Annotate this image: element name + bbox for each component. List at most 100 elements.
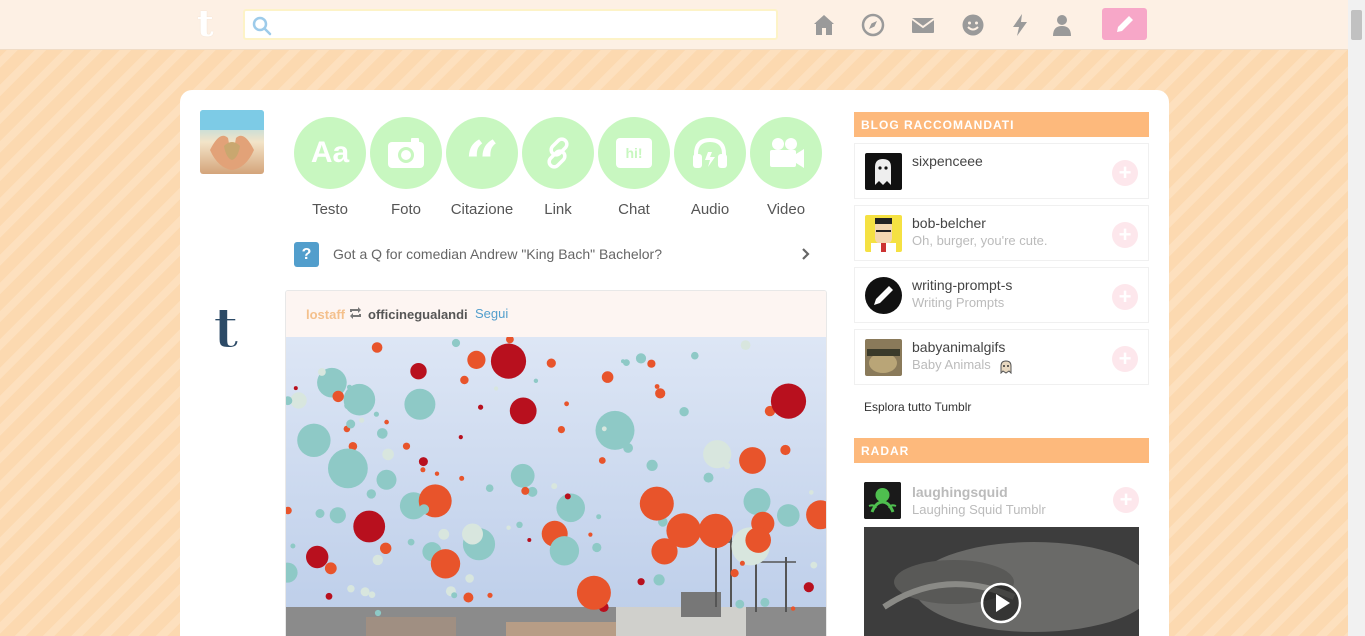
poster-avatar[interactable]: t bbox=[210, 294, 258, 362]
messages-icon[interactable] bbox=[911, 13, 935, 37]
blog-name[interactable]: laughingsquid bbox=[912, 484, 1008, 500]
svg-text:t: t bbox=[213, 297, 239, 353]
follow-plus-icon[interactable]: + bbox=[1112, 346, 1138, 372]
photo-sphere bbox=[371, 342, 383, 353]
blog-avatar[interactable] bbox=[865, 215, 902, 252]
post-type-audio[interactable]: Audio bbox=[674, 117, 746, 218]
photo-sphere bbox=[297, 423, 331, 457]
photo-sphere bbox=[740, 340, 751, 350]
blog-subtitle: Laughing Squid Tumblr bbox=[912, 502, 1046, 517]
photo-sphere bbox=[384, 419, 389, 425]
explore-icon[interactable] bbox=[861, 13, 885, 37]
follow-plus-icon[interactable]: + bbox=[1112, 222, 1138, 248]
post-type-link[interactable]: Link bbox=[522, 117, 594, 218]
explore-link[interactable]: Esplora tutto Tumblr bbox=[864, 400, 971, 414]
account-icon[interactable] bbox=[1050, 13, 1074, 37]
blog-avatar[interactable] bbox=[864, 482, 901, 519]
post-type-label: Video bbox=[766, 201, 806, 218]
photo-sphere bbox=[460, 375, 469, 385]
photo-sphere bbox=[306, 545, 329, 569]
photo-sphere bbox=[434, 471, 440, 476]
post-header: lostaff officinegualandi Segui bbox=[286, 291, 826, 337]
photo-sphere bbox=[410, 363, 427, 380]
photo-sphere bbox=[803, 582, 814, 593]
post-photo[interactable] bbox=[286, 337, 826, 636]
follow-plus-icon[interactable]: + bbox=[1113, 487, 1139, 513]
radar-header: Radar bbox=[854, 438, 1149, 463]
pencil-icon bbox=[1117, 16, 1133, 32]
camcorder-icon bbox=[750, 117, 822, 189]
reblog-source[interactable]: officinegualandi bbox=[368, 307, 468, 322]
blog-name[interactable]: bob-belcher bbox=[912, 215, 986, 231]
blog-name[interactable]: writing-prompt-s bbox=[912, 277, 1012, 293]
photo-sphere bbox=[533, 378, 539, 383]
photo-sphere bbox=[635, 353, 647, 364]
photo-sphere bbox=[463, 592, 474, 603]
blog-avatar[interactable] bbox=[865, 277, 902, 314]
photo-sphere bbox=[420, 467, 426, 473]
photo-sphere bbox=[325, 592, 333, 600]
radar-video[interactable] bbox=[864, 527, 1139, 636]
post-author[interactable]: lostaff bbox=[306, 307, 345, 322]
photo-sphere bbox=[739, 447, 766, 474]
photo-sphere bbox=[494, 386, 499, 391]
recommended-blog[interactable]: writing-prompt-s Writing Prompts + bbox=[854, 267, 1149, 323]
photo-sphere bbox=[418, 504, 430, 515]
photo-sphere bbox=[430, 549, 461, 579]
blog-name[interactable]: babyanimalgifs bbox=[912, 339, 1005, 355]
photo-sphere bbox=[760, 597, 770, 607]
photo-sphere bbox=[290, 392, 307, 409]
photo-sphere bbox=[601, 371, 614, 383]
photo-sphere bbox=[770, 383, 807, 419]
photo-sphere bbox=[639, 486, 674, 521]
search-bar[interactable] bbox=[243, 9, 778, 40]
post-type-chat[interactable]: hi! Chat bbox=[598, 117, 670, 218]
photo-sphere bbox=[462, 523, 483, 545]
post-type-text[interactable]: Aa Testo bbox=[294, 117, 366, 218]
blog-subtitle: Oh, burger, you're cute. bbox=[912, 233, 1048, 248]
photo-sphere bbox=[679, 407, 689, 417]
recommended-blog[interactable]: babyanimalgifs Baby Animals + bbox=[854, 329, 1149, 385]
post-type-label: Chat bbox=[618, 201, 650, 218]
photo-sphere bbox=[691, 351, 699, 360]
photo-sphere bbox=[467, 350, 486, 369]
headphones-icon bbox=[674, 117, 746, 189]
photo-sphere bbox=[380, 542, 392, 554]
blog-name[interactable]: sixpenceee bbox=[912, 153, 983, 169]
photo-sphere bbox=[647, 359, 656, 368]
photo-sphere bbox=[735, 599, 745, 609]
scrollbar-thumb[interactable] bbox=[1351, 10, 1362, 40]
scrollbar[interactable] bbox=[1348, 0, 1365, 636]
photo-sphere bbox=[377, 428, 388, 439]
photo-sphere bbox=[376, 469, 397, 490]
tumblr-logo[interactable]: t bbox=[197, 4, 225, 44]
lightning-icon[interactable] bbox=[1008, 13, 1032, 37]
blog-avatar[interactable] bbox=[865, 339, 902, 376]
activity-icon[interactable] bbox=[961, 13, 985, 37]
photo-sphere bbox=[739, 560, 745, 566]
qa-banner-text[interactable]: Got a Q for comedian Andrew "King Bach" … bbox=[333, 246, 662, 262]
post-type-quote[interactable]: “ Citazione bbox=[446, 117, 518, 218]
recommended-blog[interactable]: bob-belcher Oh, burger, you're cute. + bbox=[854, 205, 1149, 261]
search-input[interactable] bbox=[277, 14, 767, 36]
compose-button[interactable] bbox=[1102, 8, 1147, 40]
photo-sphere bbox=[368, 591, 376, 598]
qa-banner[interactable]: ? Got a Q for comedian Andrew "King Bach… bbox=[294, 241, 824, 267]
recommended-blog[interactable]: sixpenceee + bbox=[854, 143, 1149, 199]
photo-sphere bbox=[551, 483, 558, 490]
photo-sphere bbox=[777, 504, 800, 527]
post-type-photo[interactable]: Foto bbox=[370, 117, 442, 218]
photo-sphere bbox=[373, 411, 379, 417]
chevron-right-icon[interactable] bbox=[801, 247, 811, 261]
home-icon[interactable] bbox=[812, 13, 836, 37]
user-avatar[interactable] bbox=[200, 110, 264, 174]
play-icon[interactable] bbox=[980, 582, 1022, 624]
photo-sphere bbox=[328, 448, 368, 489]
ghost-emoji-icon bbox=[1000, 360, 1012, 374]
follow-button[interactable]: Segui bbox=[475, 306, 508, 321]
follow-plus-icon[interactable]: + bbox=[1112, 284, 1138, 310]
post-type-video[interactable]: Video bbox=[750, 117, 822, 218]
photo-sphere bbox=[360, 587, 370, 597]
follow-plus-icon[interactable]: + bbox=[1112, 160, 1138, 186]
blog-avatar[interactable] bbox=[865, 153, 902, 190]
